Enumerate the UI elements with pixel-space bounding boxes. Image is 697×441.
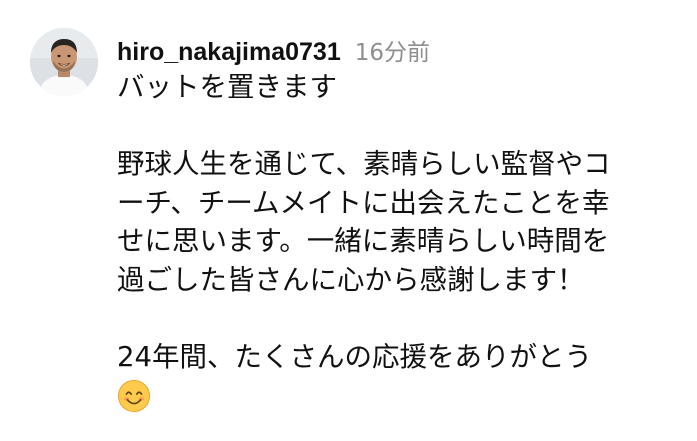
comment-blank-line bbox=[117, 299, 677, 338]
username-link[interactable]: hiro_nakajima0731 bbox=[117, 38, 341, 67]
comment-timestamp: 16分前 bbox=[354, 40, 431, 66]
comment-blank-line bbox=[117, 107, 677, 146]
comment-line: 野球人生を通じて、素晴らしい監督やコ bbox=[117, 148, 611, 180]
comment-line: ーチ、チームメイトに出会えたことを幸 bbox=[117, 186, 610, 219]
avatar[interactable] bbox=[30, 28, 98, 96]
comment-header: hiro_nakajima0731 16分前 bbox=[117, 33, 430, 67]
comment-text: バットを置きます 野球人生を通じて、素晴らしい監督やコ ーチ、チームメイトに出会… bbox=[117, 68, 677, 415]
smiling-face-with-smiling-eyes-icon bbox=[117, 379, 151, 413]
profile-photo-icon bbox=[30, 28, 98, 96]
comment-line: せに思います。一緒に素晴らしい時間を bbox=[117, 225, 610, 257]
emoji-line bbox=[117, 376, 677, 415]
comment-line: 過ごした皆さんに心から感謝します！ bbox=[117, 263, 585, 296]
comment-line: 24年間、たくさんの応援をありがとう bbox=[117, 340, 592, 373]
comment-line: バットを置きます bbox=[117, 71, 337, 103]
